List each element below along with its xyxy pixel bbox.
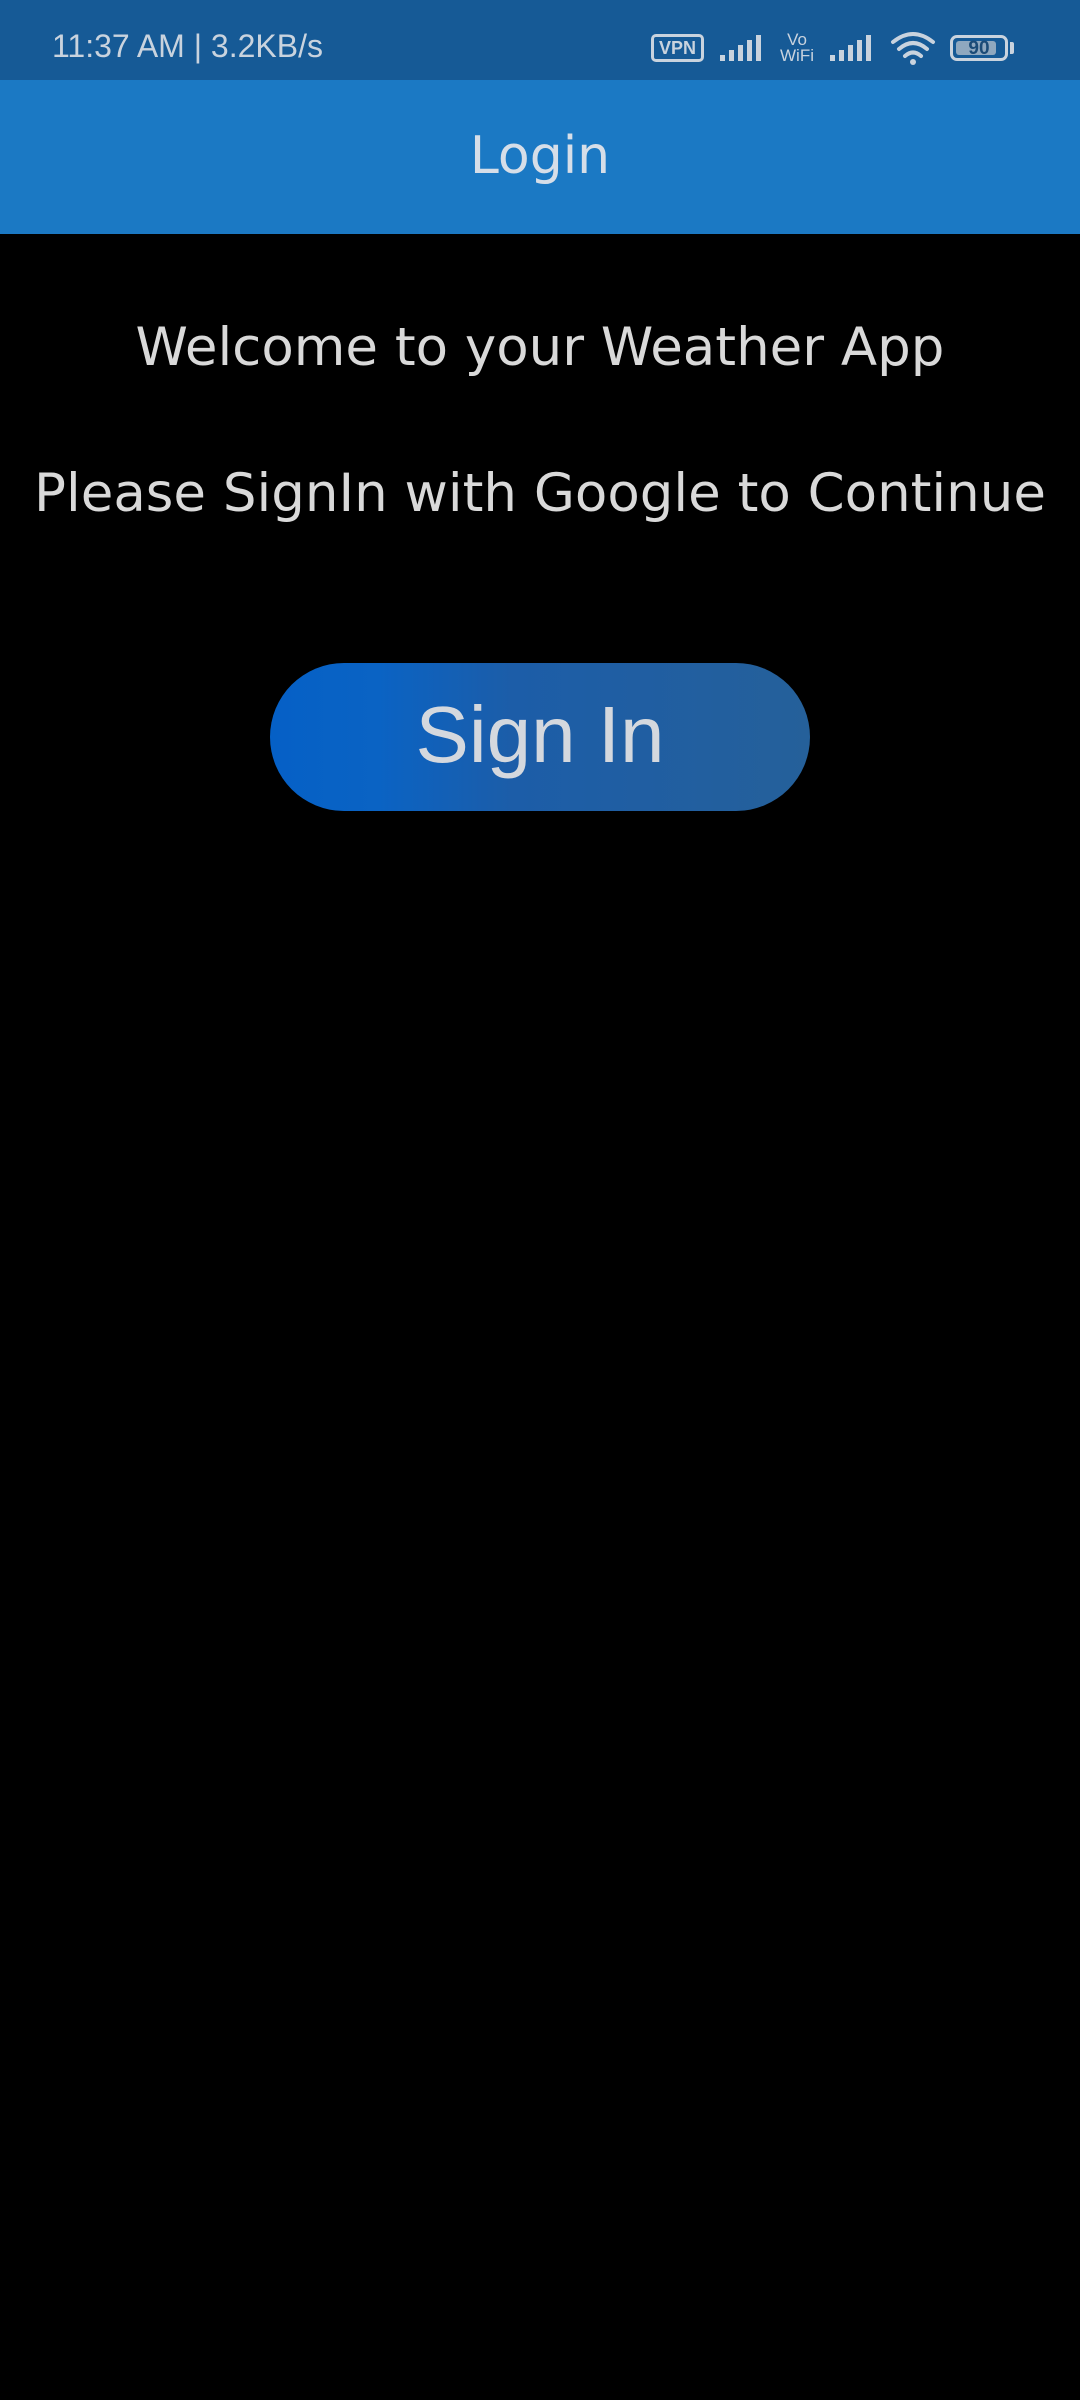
signal-icon	[720, 35, 762, 61]
vowifi-bottom-label: WiFi	[780, 46, 814, 65]
wifi-icon	[891, 32, 935, 65]
instruction-text: Please SignIn with Google to Continue	[34, 463, 1046, 524]
status-time-speed: 11:37 AM | 3.2KB/s	[52, 28, 323, 64]
page-title: Login	[469, 126, 611, 186]
vpn-icon: VPN	[651, 34, 705, 62]
battery-tip	[1010, 42, 1014, 54]
status-bar: 11:37 AM | 3.2KB/s VPN Vo WiFi 90	[0, 0, 1080, 80]
status-icons: VPN Vo WiFi 90	[651, 28, 1014, 68]
sign-in-button[interactable]: Sign In	[270, 663, 810, 811]
battery-level: 90	[968, 37, 990, 59]
app-bar: Login	[0, 80, 1080, 234]
welcome-text: Welcome to your Weather App	[135, 317, 945, 378]
signal-icon-secondary	[830, 35, 871, 61]
vowifi-icon: Vo WiFi	[780, 31, 814, 65]
battery-icon: 90	[950, 35, 1008, 61]
sign-in-label: Sign In	[415, 690, 665, 779]
